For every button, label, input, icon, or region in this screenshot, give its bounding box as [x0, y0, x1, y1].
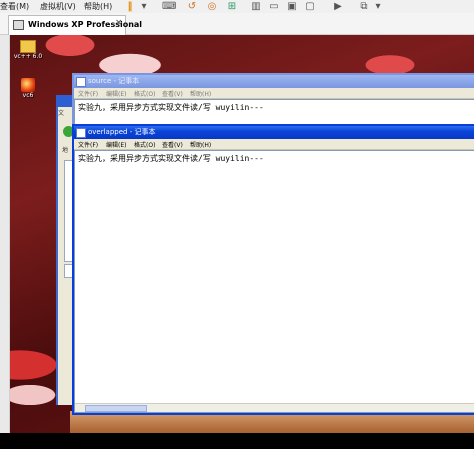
view-unity-icon[interactable]: ▢ [304, 1, 316, 13]
desktop-icon-label: vc6 [22, 92, 34, 99]
host-menu-view[interactable]: 查看(M) [0, 1, 29, 12]
menu-file[interactable]: 文件(F) [78, 140, 98, 149]
window-title: source - 记事本 [88, 77, 140, 85]
console-icon[interactable]: ▶ [332, 1, 344, 13]
dropdown-arrow-icon[interactable]: ▾ [138, 1, 150, 13]
close-tab-icon[interactable]: × [115, 18, 123, 28]
revert-snapshot-icon[interactable]: ↺ [186, 1, 198, 13]
snapshot-manager-icon[interactable]: ⊞ [226, 1, 238, 13]
display-settings-icon[interactable]: ⧉ [358, 1, 370, 13]
menu-view[interactable]: 查看(V) [162, 89, 183, 98]
send-keys-icon[interactable]: ⌨ [162, 1, 176, 13]
text-area[interactable]: 实验九，采用异步方式实现文件读/写 wuyilin--- [74, 150, 474, 413]
menu-format[interactable]: 格式(O) [134, 140, 155, 149]
vc6-app-icon [21, 78, 35, 92]
menu-file[interactable]: 文件(F) [78, 89, 98, 98]
desktop-icon-label: vc++ 6.0 [13, 53, 43, 60]
vm-tab[interactable]: Windows XP Professional × [8, 15, 142, 35]
desktop-icon-vc6[interactable]: vc6 [8, 78, 48, 99]
host-menu-vm[interactable]: 虚拟机(V) [40, 1, 76, 12]
vm-icon [13, 20, 24, 30]
horizontal-scrollbar[interactable] [75, 403, 474, 412]
notepad-overlapped-window[interactable]: overlapped - 记事本 文件(F) 编辑(E) 格式(O) 查看(V)… [72, 124, 474, 415]
menubar: 文件(F) 编辑(E) 格式(O) 查看(V) 帮助(H) [74, 139, 474, 150]
host-menubar: 查看(M) 虚拟机(V) 帮助(H) ‖ ▾ ⌨ ↺ ◎ ⊞ ▥ ▭ ▣ ▢ ▶… [0, 0, 474, 13]
menu-help[interactable]: 帮助(H) [190, 89, 211, 98]
view-fullscreen-icon[interactable]: ▣ [286, 1, 298, 13]
vm-tab-title: Windows XP Professional [28, 20, 143, 29]
host-bottom-bar [0, 433, 474, 449]
menubar: 文件(F) 编辑(E) 格式(O) 查看(V) 帮助(H) [74, 88, 474, 99]
view-normal-icon[interactable]: ▥ [250, 1, 262, 13]
snapshot-icon[interactable]: ◎ [206, 1, 218, 13]
notepad-icon [76, 77, 86, 87]
menu-format[interactable]: 格式(O) [134, 89, 155, 98]
view-quick-switch-icon[interactable]: ▭ [268, 1, 280, 13]
titlebar[interactable]: source - 记事本 [74, 75, 474, 88]
document-text: 实验九，采用异步方式实现文件读/写 wuyilin--- [78, 103, 264, 112]
menu-help[interactable]: 帮助(H) [190, 140, 211, 149]
desktop-icon-vc-folder[interactable]: vc++ 6.0 [8, 40, 48, 60]
titlebar[interactable]: overlapped - 记事本 [74, 126, 474, 139]
menu-view[interactable]: 查看(V) [162, 140, 183, 149]
display-dropdown-icon[interactable]: ▾ [372, 1, 384, 13]
folder-icon [20, 40, 36, 53]
pause-icon[interactable]: ‖ [124, 1, 136, 13]
menu-edit[interactable]: 编辑(E) [106, 89, 126, 98]
scrollbar-thumb[interactable] [85, 405, 147, 412]
document-text: 实验九，采用异步方式实现文件读/写 wuyilin--- [78, 154, 264, 163]
window-title: overlapped - 记事本 [88, 128, 156, 136]
notepad-icon [76, 128, 86, 138]
host-menu-help[interactable]: 帮助(H) [84, 1, 112, 12]
menu-edit[interactable]: 编辑(E) [106, 140, 126, 149]
